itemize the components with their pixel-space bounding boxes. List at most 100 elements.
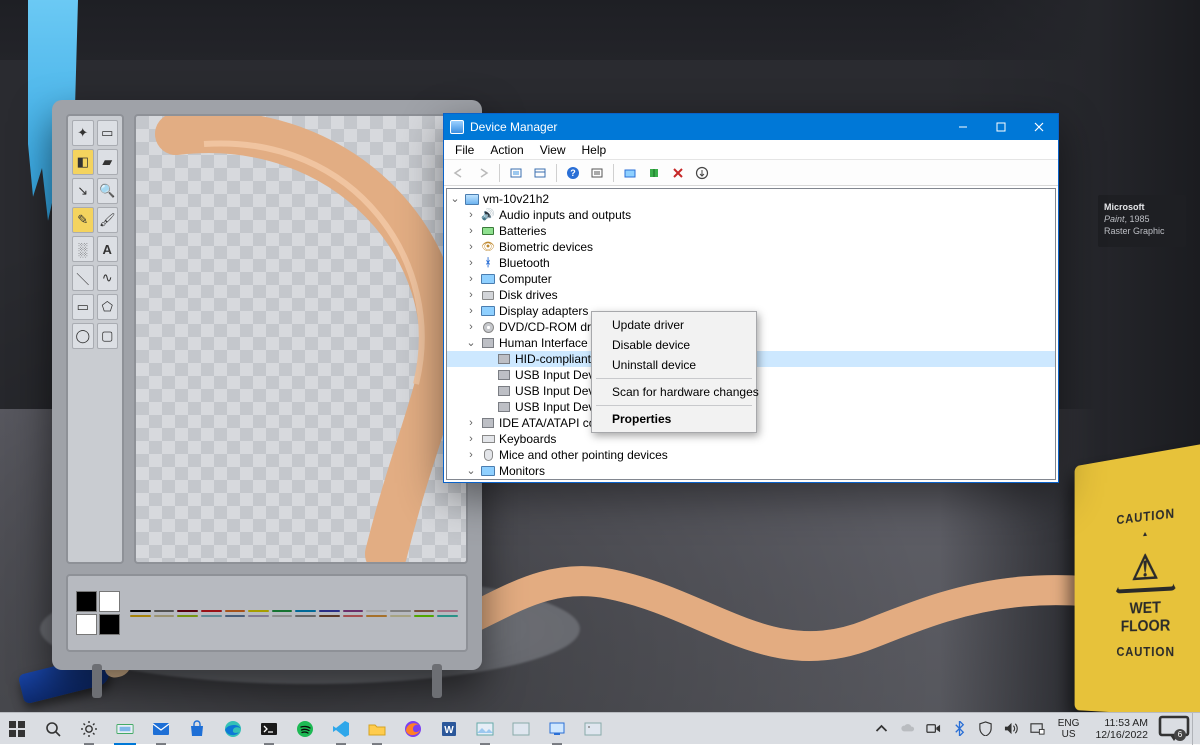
device-category[interactable]: ›Keyboards <box>447 431 1055 447</box>
expand-icon[interactable]: › <box>465 255 477 271</box>
expand-icon[interactable]: › <box>465 431 477 447</box>
help-button[interactable]: ? <box>562 162 584 184</box>
ctx-disable-device[interactable]: Disable device <box>594 335 754 355</box>
expand-icon[interactable]: › <box>465 287 477 303</box>
menu-action[interactable]: Action <box>483 142 530 158</box>
museum-plaque: Microsoft Paint, 1985 Raster Graphic <box>1098 195 1186 247</box>
device-category[interactable]: ›👁Biometric devices <box>447 239 1055 255</box>
expand-icon[interactable]: › <box>465 319 477 335</box>
device-category[interactable]: ⌄vm-10v21h2 <box>447 191 1055 207</box>
show-hidden-button[interactable] <box>505 162 527 184</box>
device-category[interactable]: ⌄Monitors <box>447 463 1055 479</box>
terminal-button[interactable] <box>252 713 286 745</box>
properties-button[interactable] <box>586 162 608 184</box>
expand-icon[interactable]: › <box>465 207 477 223</box>
color-swatch <box>319 610 340 612</box>
mon-device-icon <box>480 464 496 478</box>
tray-meet-now-icon[interactable] <box>922 713 946 745</box>
ctx-scan-hardware[interactable]: Scan for hardware changes <box>594 382 754 402</box>
device-category[interactable]: ›Mice and other pointing devices <box>447 447 1055 463</box>
language-indicator[interactable]: ENG US <box>1052 713 1086 745</box>
device-category[interactable]: ›ᚼBluetooth <box>447 255 1055 271</box>
context-menu[interactable]: Update driver Disable device Uninstall d… <box>591 311 757 433</box>
app-generic-2-button[interactable] <box>576 713 610 745</box>
chip-device-icon <box>496 352 512 366</box>
app-generic-1-button[interactable] <box>504 713 538 745</box>
device-category[interactable]: ›Disk drives <box>447 287 1055 303</box>
tool-select-icon: ▭ <box>97 120 119 146</box>
update-driver-button[interactable] <box>619 162 641 184</box>
file-explorer-button[interactable] <box>360 713 394 745</box>
color-swatch <box>295 610 316 612</box>
notification-count-badge: 6 <box>1174 729 1186 741</box>
collapse-icon[interactable]: ⌄ <box>449 191 461 207</box>
minimize-button[interactable] <box>944 114 982 140</box>
device-category[interactable]: ›Computer <box>447 271 1055 287</box>
start-button[interactable] <box>0 713 34 745</box>
paint-easel-prop: ✦ ▭ ◧ ▰ ↘ 🔍 ✎ 🖌 ░ A ＼ ∿ ▭ ⬠ ◯ ▢ <box>52 100 482 670</box>
menu-bar[interactable]: File Action View Help <box>444 140 1058 160</box>
forward-button[interactable] <box>472 162 494 184</box>
collapse-icon[interactable]: ⌄ <box>465 335 477 351</box>
search-button[interactable] <box>36 713 70 745</box>
device-category[interactable]: ›🔊Audio inputs and outputs <box>447 207 1055 223</box>
plaque-title: Paint <box>1104 214 1125 224</box>
tool-spray-icon: ░ <box>72 236 94 262</box>
clock-date: 12/16/2022 <box>1095 729 1148 741</box>
ctx-uninstall-device[interactable]: Uninstall device <box>594 355 754 375</box>
menu-file[interactable]: File <box>448 142 481 158</box>
taskbar[interactable]: W ENG US 11:53 AM 12/1 <box>0 712 1200 744</box>
chip-device-icon <box>496 400 512 414</box>
uninstall-device-button[interactable] <box>691 162 713 184</box>
tray-onedrive-icon[interactable] <box>896 713 920 745</box>
ctx-update-driver[interactable]: Update driver <box>594 315 754 335</box>
expand-icon[interactable]: › <box>465 271 477 287</box>
disable-device-button[interactable] <box>667 162 689 184</box>
device-category[interactable]: ›Batteries <box>447 223 1055 239</box>
collapse-icon[interactable]: ⌄ <box>465 463 477 479</box>
kb-device-icon <box>480 432 496 446</box>
expand-icon[interactable]: › <box>465 223 477 239</box>
expand-icon[interactable]: › <box>465 447 477 463</box>
bat-device-icon <box>480 224 496 238</box>
device-item[interactable]: Generic Non-PnP Monitor <box>447 479 1055 480</box>
action-center-button[interactable]: 6 <box>1158 713 1190 745</box>
view-button[interactable] <box>529 162 551 184</box>
menu-help[interactable]: Help <box>575 142 614 158</box>
expand-icon[interactable]: › <box>465 303 477 319</box>
photos-button[interactable] <box>468 713 502 745</box>
close-button[interactable] <box>1020 114 1058 140</box>
color-swatch <box>154 615 175 617</box>
tool-rect-icon: ▭ <box>72 294 94 320</box>
mail-app-button[interactable] <box>144 713 178 745</box>
plaque-caption: Raster Graphic <box>1104 226 1165 236</box>
expand-icon[interactable]: › <box>465 415 477 431</box>
back-button[interactable] <box>448 162 470 184</box>
clock[interactable]: 11:53 AM 12/16/2022 <box>1087 713 1156 745</box>
tray-network-icon[interactable] <box>1026 713 1050 745</box>
task-view-button[interactable] <box>108 713 142 745</box>
tray-security-icon[interactable] <box>974 713 998 745</box>
device-manager-icon <box>450 120 464 134</box>
tray-chevron-icon[interactable] <box>870 713 894 745</box>
tray-volume-icon[interactable] <box>1000 713 1024 745</box>
window-titlebar[interactable]: Device Manager <box>444 114 1058 140</box>
maximize-button[interactable] <box>982 114 1020 140</box>
device-label: Biometric devices <box>499 239 593 255</box>
device-manager-task-button[interactable] <box>540 713 574 745</box>
ctx-properties[interactable]: Properties <box>594 409 754 429</box>
color-swatch <box>130 610 151 612</box>
expand-icon[interactable]: › <box>465 239 477 255</box>
store-app-button[interactable] <box>180 713 214 745</box>
tray-bluetooth-icon[interactable] <box>948 713 972 745</box>
word-button[interactable]: W <box>432 713 466 745</box>
edge-browser-button[interactable] <box>216 713 250 745</box>
show-desktop-button[interactable] <box>1192 713 1198 745</box>
color-swatch <box>295 615 316 617</box>
menu-view[interactable]: View <box>533 142 573 158</box>
vscode-button[interactable] <box>324 713 358 745</box>
firefox-button[interactable] <box>396 713 430 745</box>
settings-app-button[interactable] <box>72 713 106 745</box>
spotify-button[interactable] <box>288 713 322 745</box>
enable-device-button[interactable] <box>643 162 665 184</box>
